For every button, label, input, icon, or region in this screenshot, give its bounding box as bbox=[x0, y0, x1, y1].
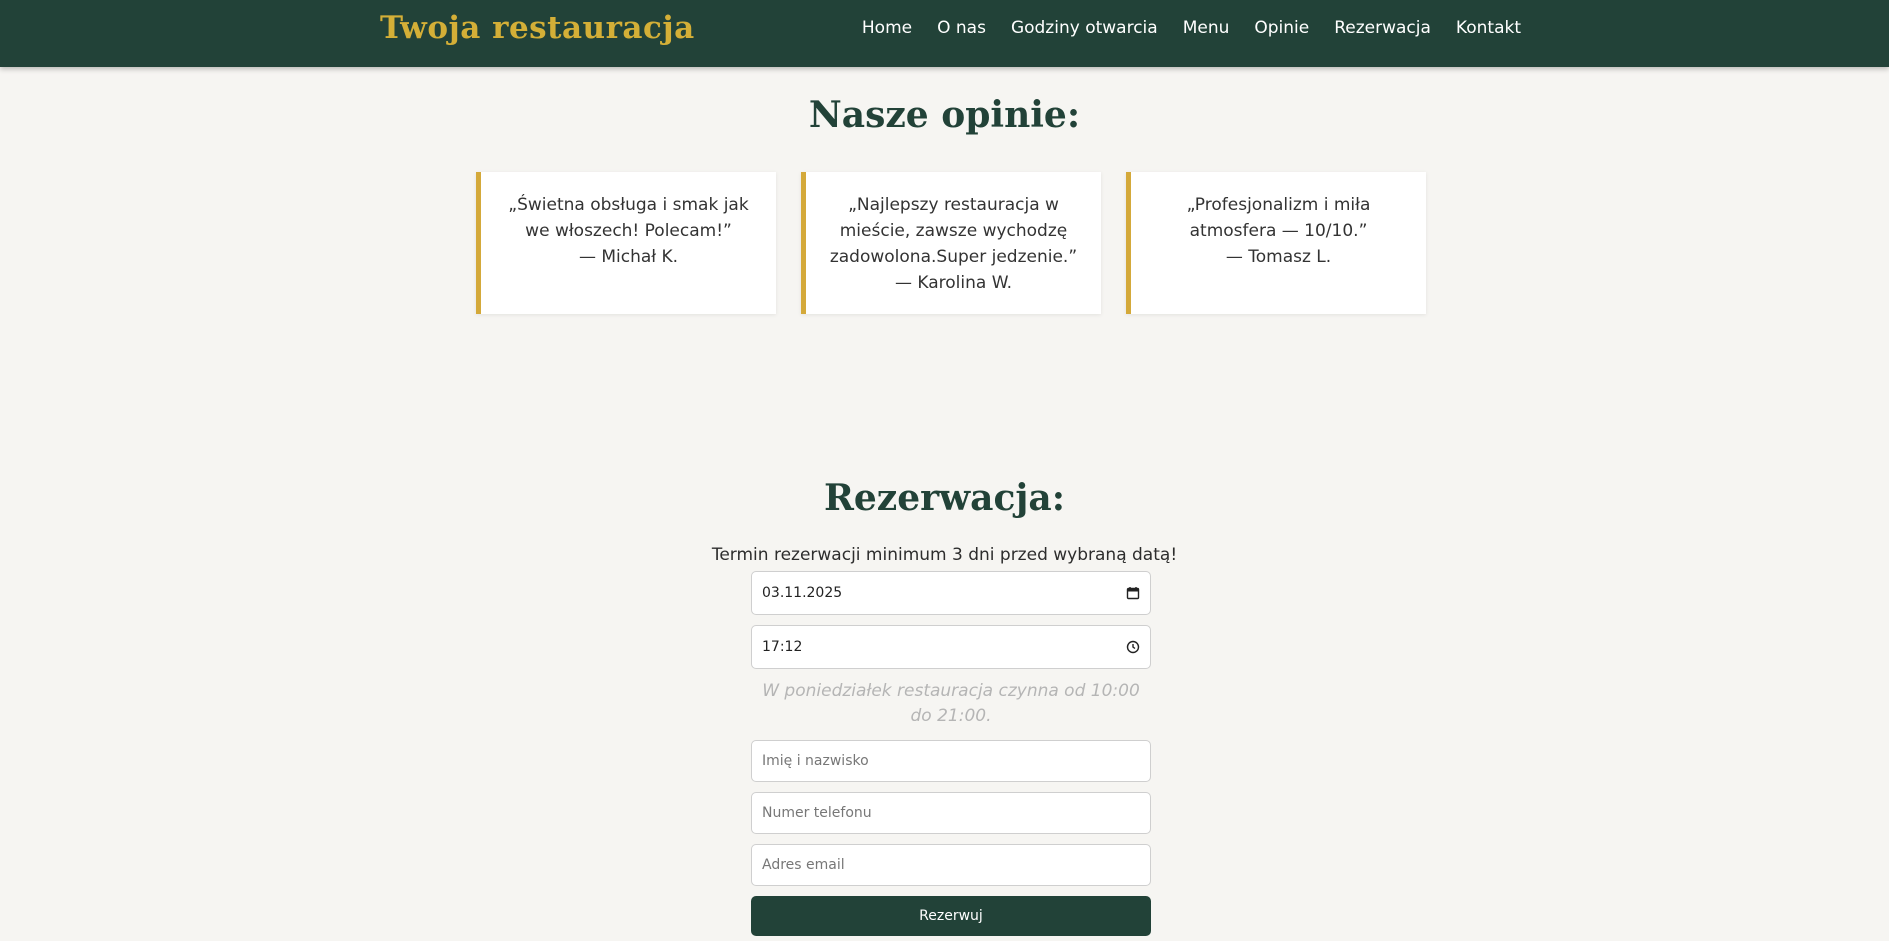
review-card: „Profesjonalizm i miła atmosfera — 10/10… bbox=[1126, 172, 1426, 314]
phone-input[interactable] bbox=[762, 805, 1140, 821]
reviews-title: Nasze opinie: bbox=[808, 94, 1081, 136]
email-input[interactable] bbox=[762, 857, 1140, 873]
clock-icon[interactable] bbox=[1126, 640, 1140, 654]
nav-about[interactable]: O nas bbox=[937, 18, 986, 38]
review-text: „Najlepszy restauracja w mieście, zawsze… bbox=[829, 195, 1078, 293]
nav-home[interactable]: Home bbox=[862, 18, 912, 38]
review-text: „Świetna obsługa i smak jak we włoszech!… bbox=[508, 195, 749, 267]
nav-opening-hours[interactable]: Godziny otwarcia bbox=[1011, 18, 1158, 38]
review-card: „Świetna obsługa i smak jak we włoszech!… bbox=[476, 172, 776, 314]
main-nav: Home O nas Godziny otwarcia Menu Opinie … bbox=[862, 18, 1521, 38]
calendar-icon[interactable] bbox=[1126, 586, 1140, 600]
reservation-note: Termin rezerwacji minimum 3 dni przed wy… bbox=[711, 545, 1178, 565]
date-field[interactable]: 03.11.2025 bbox=[751, 571, 1151, 615]
top-navbar: Twoja restauracja Home O nas Godziny otw… bbox=[0, 0, 1889, 67]
nav-reservation[interactable]: Rezerwacja bbox=[1334, 18, 1431, 38]
review-card: „Najlepszy restauracja w mieście, zawsze… bbox=[801, 172, 1101, 314]
date-value: 03.11.2025 bbox=[762, 585, 843, 601]
nav-reviews[interactable]: Opinie bbox=[1254, 18, 1309, 38]
review-text: „Profesjonalizm i miła atmosfera — 10/10… bbox=[1186, 195, 1371, 267]
reviews-list: „Świetna obsługa i smak jak we włoszech!… bbox=[476, 172, 1426, 314]
name-field[interactable] bbox=[751, 740, 1151, 782]
nav-menu[interactable]: Menu bbox=[1183, 18, 1230, 38]
site-logo[interactable]: Twoja restauracja bbox=[380, 10, 695, 46]
reserve-button[interactable]: Rezerwuj bbox=[751, 896, 1151, 936]
reservation-title: Rezerwacja: bbox=[823, 477, 1065, 519]
time-field[interactable]: 17:12 bbox=[751, 625, 1151, 669]
nav-contact[interactable]: Kontakt bbox=[1456, 18, 1521, 38]
email-field[interactable] bbox=[751, 844, 1151, 886]
phone-field[interactable] bbox=[751, 792, 1151, 834]
time-value: 17:12 bbox=[762, 639, 803, 655]
opening-hours-info: W poniedziałek restauracja czynna od 10:… bbox=[762, 681, 1140, 726]
name-input[interactable] bbox=[762, 753, 1140, 769]
